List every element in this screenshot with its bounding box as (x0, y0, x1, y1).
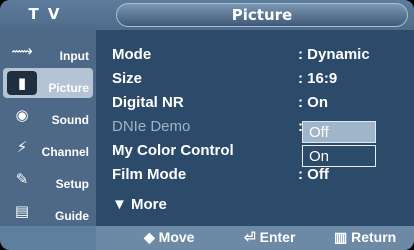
row-key: My Color Control (112, 142, 234, 159)
row-key: Size (112, 70, 143, 87)
return-hint: ▥ Return (334, 229, 396, 246)
menu-row-mode[interactable]: Mode : Dynamic (112, 46, 412, 70)
tv-label: T V (28, 5, 62, 23)
sidebar-item-guide[interactable]: ▤ Guide (3, 196, 93, 226)
menu-row-digital-nr[interactable]: Digital NR : On (112, 94, 412, 118)
row-value: : Off (298, 166, 329, 183)
row-value: : On (298, 94, 328, 111)
sidebar-item-sound[interactable]: ◉ Sound (3, 100, 93, 130)
guide-icon: ▤ (14, 202, 30, 220)
sidebar: ⟿ Input ▮ Picture ◉ Sound ⚡ Channel ✎ Se… (0, 30, 96, 226)
tv-osd-screen: T V Picture ⟿ Input ▮ Picture ◉ Sound ⚡ … (0, 0, 414, 250)
move-hint: ◆ Move (144, 229, 195, 245)
row-key: Mode (112, 46, 152, 63)
picture-icon: ▮ (7, 71, 37, 95)
sidebar-item-label: Guide (54, 209, 89, 223)
setup-icon: ✎ (15, 170, 29, 188)
row-value: : Dynamic (298, 46, 370, 63)
enter-icon: ⏎ (244, 229, 260, 245)
row-value: : 16:9 (298, 70, 338, 87)
sidebar-item-channel[interactable]: ⚡ Channel (3, 132, 93, 162)
input-icon: ⟿ (11, 42, 33, 60)
menu-row-size[interactable]: Size : 16:9 (112, 70, 412, 94)
sidebar-item-setup[interactable]: ✎ Setup (3, 164, 93, 194)
sidebar-item-label: Input (59, 49, 89, 63)
footer-bar: ◆ Move ⏎ Enter ▥ Return (96, 226, 414, 250)
sidebar-item-picture[interactable]: ▮ Picture (3, 68, 93, 98)
menu-panel: Mode : Dynamic Size : 16:9 Digital NR : … (96, 30, 414, 226)
dropdown-option-on[interactable]: On (302, 145, 376, 167)
return-label: Return (351, 229, 397, 245)
dropdown-option-off[interactable]: Off (302, 121, 376, 143)
enter-label: Enter (259, 229, 296, 245)
sidebar-item-input[interactable]: ⟿ Input (3, 36, 93, 66)
return-icon: ▥ (334, 229, 352, 245)
sidebar-item-label: Sound (51, 113, 89, 127)
row-key: Digital NR (112, 94, 184, 111)
sidebar-item-label: Channel (41, 145, 89, 159)
sound-icon: ◉ (15, 106, 29, 124)
enter-hint: ⏎ Enter (244, 229, 295, 246)
header-bar: T V Picture (0, 0, 414, 30)
more-item[interactable]: ▼ More (112, 196, 167, 213)
page-title: Picture (116, 3, 408, 27)
menu-row-film-mode[interactable]: Film Mode : Off (112, 166, 412, 190)
sidebar-item-label: Setup (55, 177, 89, 191)
row-key: Film Mode (112, 166, 187, 183)
channel-icon: ⚡ (16, 138, 28, 156)
sidebar-item-label: Picture (48, 81, 89, 95)
row-key: DNIe Demo (112, 118, 191, 135)
